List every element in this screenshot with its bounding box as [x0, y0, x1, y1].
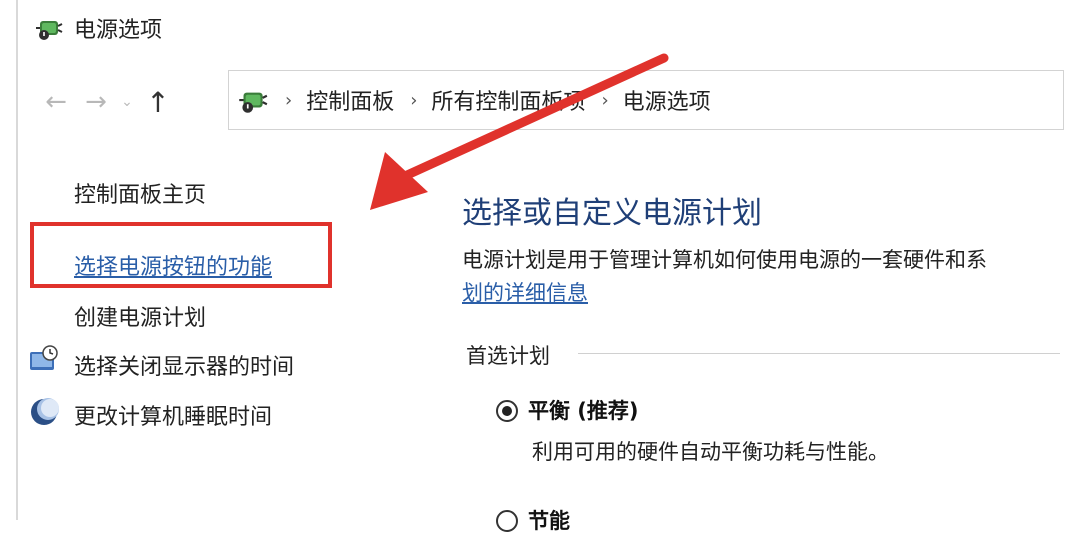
navigation-bar: ← → ⌄ ↑ — [36, 80, 178, 124]
page-title: 选择或自定义电源计划 — [462, 196, 762, 231]
window-title: 电源选项 — [74, 18, 163, 43]
sidebar-item-display-off-time[interactable]: 选择关闭显示器的时间 — [74, 349, 294, 381]
sidebar-item-create-plan[interactable]: 创建电源计划 — [74, 300, 206, 332]
section-title-preferred-plans: 首选计划 — [466, 344, 550, 368]
breadcrumb-separator-icon[interactable]: › — [410, 90, 417, 111]
power-options-icon — [239, 92, 268, 113]
up-button[interactable]: ↑ — [138, 82, 178, 122]
monitor-clock-icon — [30, 345, 58, 370]
address-bar[interactable]: › 控制面板 › 所有控制面板项 › 电源选项 — [228, 70, 1064, 130]
plan-details-link[interactable]: 划的详细信息 — [462, 277, 588, 307]
plan-power-saver-radio[interactable] — [496, 510, 518, 532]
breadcrumb-separator-icon[interactable]: › — [601, 90, 608, 111]
breadcrumb-power-options[interactable]: 电源选项 — [623, 84, 711, 116]
section-divider — [578, 353, 1060, 354]
breadcrumb-control-panel[interactable]: 控制面板 — [306, 84, 394, 116]
moon-icon — [31, 398, 59, 425]
breadcrumb-all-items[interactable]: 所有控制面板项 — [431, 84, 585, 116]
sidebar-control-panel-home[interactable]: 控制面板主页 — [74, 177, 206, 209]
plan-balanced-description: 利用可用的硬件自动平衡功耗与性能。 — [532, 440, 889, 464]
plan-power-saver-name[interactable]: 节能 — [528, 505, 570, 535]
sidebar-item-sleep-time[interactable]: 更改计算机睡眠时间 — [74, 399, 272, 431]
window-left-border — [16, 0, 18, 520]
annotation-highlight-box — [30, 222, 332, 288]
back-button[interactable]: ← — [36, 82, 76, 122]
breadcrumb-separator-icon: › — [285, 89, 293, 111]
title-bar: 电源选项 — [32, 10, 162, 46]
plan-balanced-name[interactable]: 平衡 (推荐) — [528, 395, 639, 425]
power-options-icon — [36, 21, 63, 40]
recent-locations-dropdown[interactable]: ⌄ — [116, 82, 138, 122]
plan-balanced-radio[interactable] — [496, 400, 518, 422]
plan-description-text: 电源计划是用于管理计算机如何使用电源的一套硬件和系 — [462, 248, 987, 272]
forward-button[interactable]: → — [76, 82, 116, 122]
